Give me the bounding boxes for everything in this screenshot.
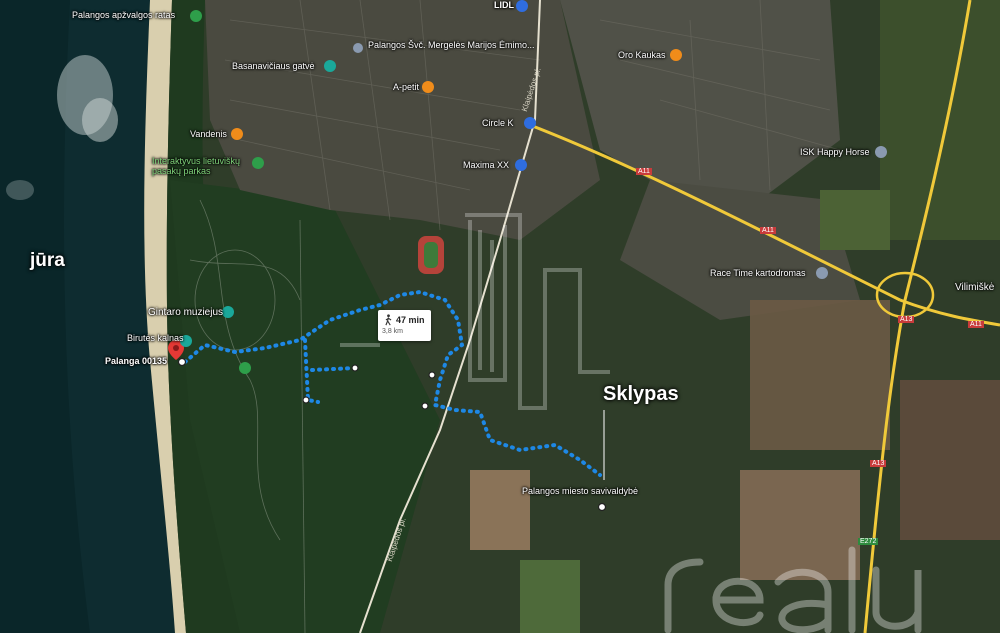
shopping-icon: [524, 117, 536, 129]
restaurant-icon: [670, 49, 682, 61]
shopping-icon: [515, 159, 527, 171]
museum-icon: [324, 60, 336, 72]
circle-k-label: Circle K: [482, 118, 514, 128]
pin-icon: [816, 267, 828, 279]
restaurant-icon: [422, 81, 434, 93]
museum-icon: [222, 306, 234, 318]
apetit-label: A-petit: [393, 82, 420, 92]
pin-icon: [875, 146, 887, 158]
church-label: Palangos Švč. Mergelės Marijos Ėmimo...: [368, 40, 535, 50]
waypoint-start[interactable]: [177, 357, 187, 367]
lidl-label: LIDL: [494, 0, 514, 10]
park-icon: [190, 10, 202, 22]
race-time-label: Race Time kartodromas: [710, 268, 806, 278]
a13-shield-south: A13: [870, 460, 887, 467]
waypoint-end[interactable]: [597, 502, 607, 512]
e272-shield: E272: [858, 538, 879, 545]
route-time: 47 min: [396, 315, 425, 325]
municipality-label: Palangos miesto savivaldybė: [521, 486, 639, 496]
shopping-icon: [516, 0, 528, 12]
a11-shield-east: A11: [760, 227, 776, 234]
maxima-label: Maxima XX: [463, 160, 510, 170]
route-info-box[interactable]: 47 min 3,8 km: [378, 310, 431, 341]
a11-shield-far: A11: [968, 321, 984, 328]
fairy-park-label: Interaktyvus lietuviškų pasakų parkas: [152, 156, 241, 176]
park-icon: [252, 157, 264, 169]
church-icon: [353, 43, 363, 53]
vandenis-label: Vandenis: [190, 129, 227, 139]
street-label: Basanavičiaus gatvė: [232, 61, 315, 71]
a11-shield: A11: [636, 168, 652, 175]
sea-label: jūra: [30, 250, 65, 271]
park-icon: [239, 362, 251, 374]
birute-hill-label: Birutės kalnas: [127, 333, 184, 343]
a13-shield: A13: [898, 316, 915, 323]
address-label: Palanga 00135: [105, 356, 168, 366]
oro-kaukas-label: Oro Kaukas: [618, 50, 666, 60]
walking-person-icon: [385, 314, 392, 326]
happy-horse-label: ISK Happy Horse: [800, 147, 870, 157]
recreation-park-label: Palangos apžvalgos ratas: [72, 10, 176, 20]
vilimiske-label: Vilimiškė: [955, 282, 995, 293]
amber-museum-label: Gintaro muziejus: [148, 307, 224, 318]
restaurant-icon: [231, 128, 243, 140]
route-distance: 3,8 km: [382, 328, 404, 335]
plot-label: Sklypas: [603, 383, 679, 405]
